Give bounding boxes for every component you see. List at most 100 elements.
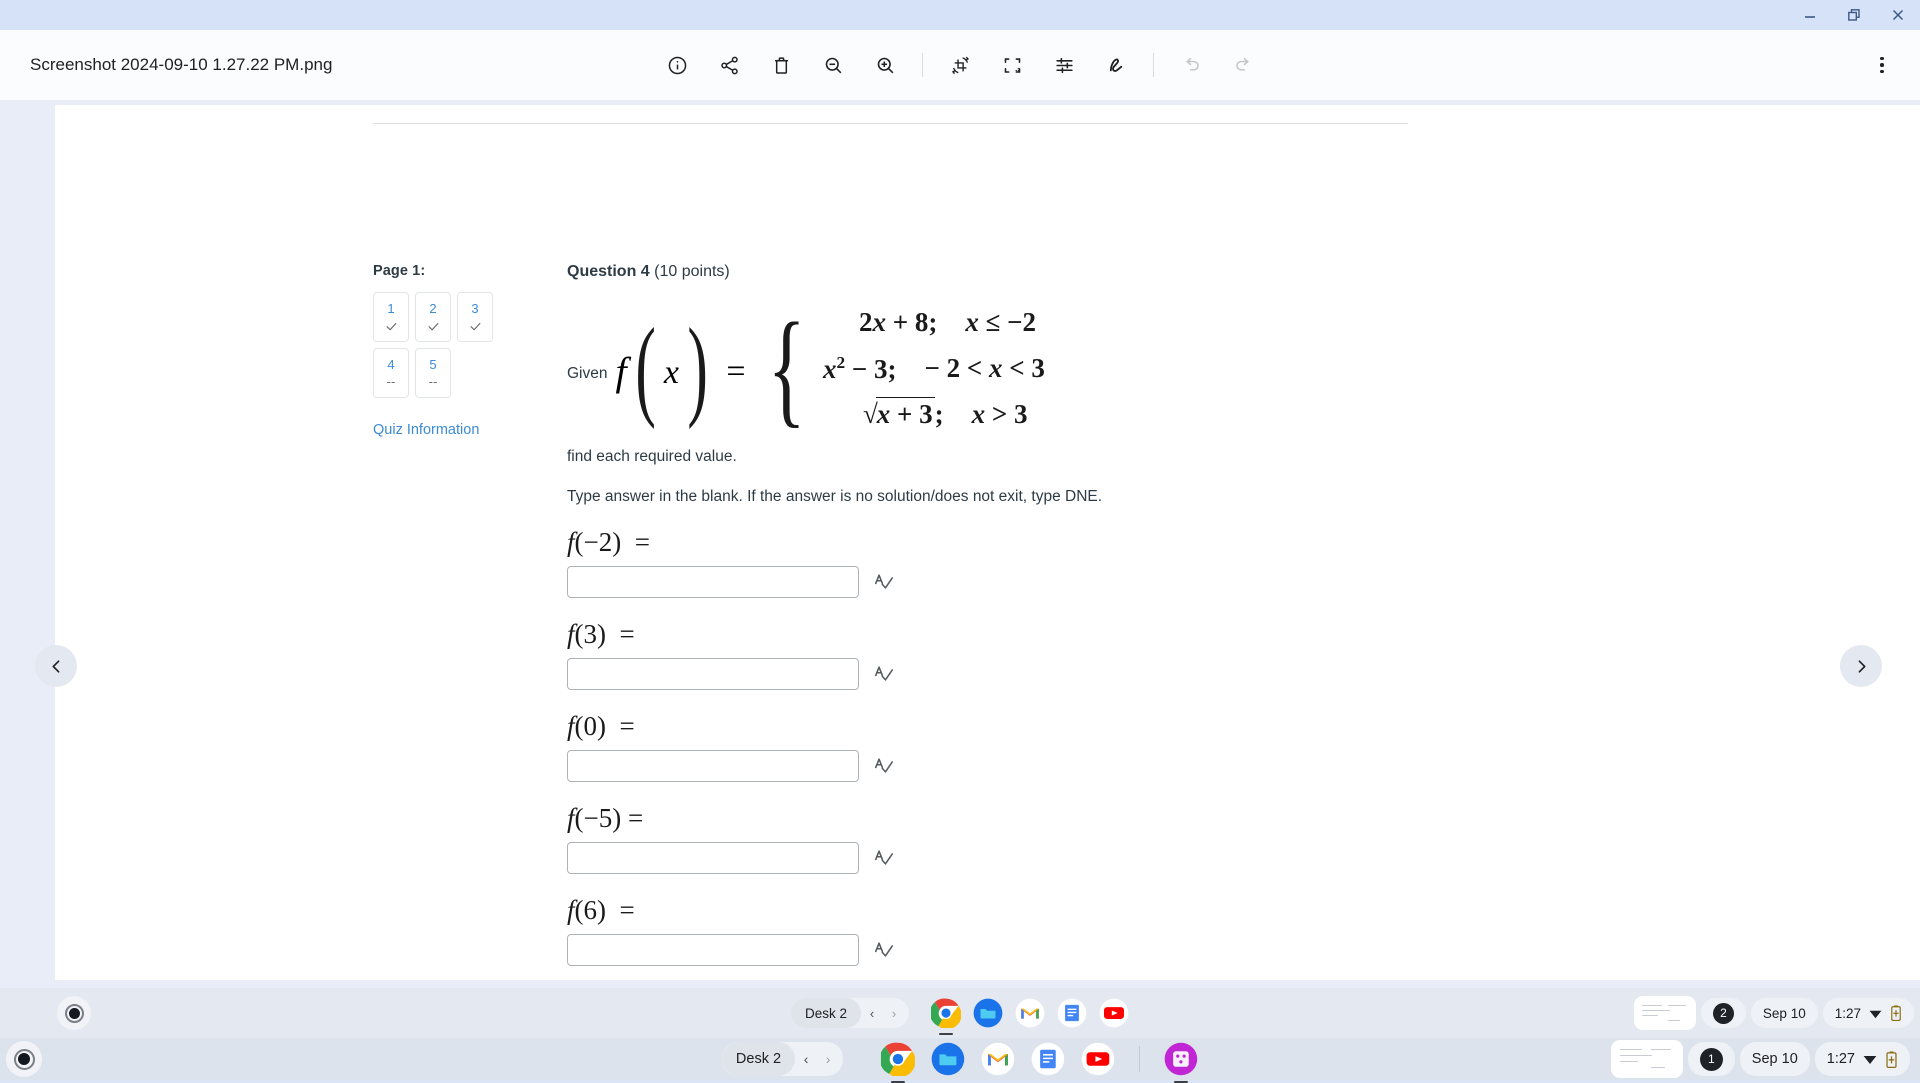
case-2-expression: x2 − 3; [823, 353, 897, 385]
youtube-icon[interactable] [1081, 1042, 1115, 1076]
shelf-center-lower: Desk 2 ‹ › [722, 1042, 1198, 1076]
docs-icon[interactable] [1057, 998, 1087, 1028]
desk-switcher-upper[interactable]: Desk 2 ‹ › [791, 998, 909, 1028]
date-pill-lower[interactable]: Sep 10 [1740, 1042, 1810, 1076]
answered-check-icon [469, 318, 482, 334]
launcher-button-lower[interactable] [6, 1041, 42, 1077]
annotate-icon[interactable] [1095, 44, 1137, 86]
system-tray-upper[interactable]: 1:27 [1823, 998, 1914, 1028]
answer-label-2: f(3) = [567, 614, 1667, 654]
desk-name-upper[interactable]: Desk 2 [791, 998, 861, 1028]
desk-switcher-lower[interactable]: Desk 2 ‹ › [722, 1042, 843, 1076]
chrome-icon[interactable] [881, 1042, 915, 1076]
docs-icon[interactable] [1031, 1042, 1065, 1076]
page-label: Page 1: [373, 263, 523, 279]
desk-name-lower[interactable]: Desk 2 [722, 1042, 795, 1076]
answer-input-1[interactable] [567, 566, 859, 598]
answer-input-5[interactable] [567, 934, 859, 966]
next-image-button[interactable] [1840, 645, 1882, 687]
answer-row-3 [567, 750, 1667, 782]
rotate-crop-icon[interactable] [939, 44, 981, 86]
screen-capture-thumbnail-lower[interactable] [1611, 1040, 1683, 1078]
spellcheck-icon[interactable] [873, 847, 895, 869]
app-shortcuts-upper [931, 998, 1129, 1028]
files-icon[interactable] [973, 998, 1003, 1028]
piecewise-cases: 2x + 8; x ≤ −2 x2 − 3; − 2 < x < 3 √x + … [823, 300, 1045, 438]
screenshot-image: Page 1: 1 2 3 [55, 105, 1920, 980]
adjust-icon[interactable] [1043, 44, 1085, 86]
gmail-icon[interactable] [1015, 998, 1045, 1028]
info-icon[interactable] [656, 44, 698, 86]
spellcheck-icon[interactable] [873, 939, 895, 961]
notification-pill-lower[interactable]: 1 [1688, 1042, 1735, 1076]
window-titlebar [0, 0, 1920, 30]
question-box-number: 5 [429, 356, 436, 374]
quiz-information-link[interactable]: Quiz Information [373, 422, 523, 438]
time-label-upper: 1:27 [1835, 1006, 1861, 1021]
system-tray-lower[interactable]: 1:27 [1815, 1042, 1910, 1076]
gmail-icon[interactable] [981, 1042, 1015, 1076]
question-box-5[interactable]: 5 -- [415, 348, 451, 398]
question-box-number: 4 [387, 356, 394, 374]
question-box-3[interactable]: 3 [457, 292, 493, 342]
files-icon[interactable] [931, 1042, 965, 1076]
next-desk-button-upper[interactable]: › [883, 998, 905, 1028]
zoom-out-icon[interactable] [812, 44, 854, 86]
gallery-app-header: Screenshot 2024-09-10 1.27.22 PM.png [0, 30, 1920, 100]
unanswered-dash-marker: -- [387, 374, 396, 390]
launcher-dot [18, 1053, 30, 1065]
next-desk-button-lower[interactable]: › [817, 1042, 839, 1076]
case-3-condition: x > 3 [972, 399, 1028, 430]
toolbar-divider-1 [922, 53, 923, 77]
date-label-lower: Sep 10 [1752, 1051, 1798, 1067]
question-box-4[interactable]: 4 -- [373, 348, 409, 398]
spellcheck-icon[interactable] [873, 755, 895, 777]
answer-input-2[interactable] [567, 658, 859, 690]
youtube-icon[interactable] [1099, 998, 1129, 1028]
question-box-number: 3 [471, 300, 478, 318]
function-argument: x [664, 346, 679, 392]
chrome-icon[interactable] [931, 998, 961, 1028]
notification-count-upper: 2 [1713, 1003, 1734, 1024]
restore-button[interactable] [1832, 0, 1876, 30]
answer-label-4: f(−5) = [567, 798, 1667, 838]
answer-input-4[interactable] [567, 842, 859, 874]
question-box-1[interactable]: 1 [373, 292, 409, 342]
battery-icon [1885, 1051, 1898, 1068]
answer-label-5: f(6) = [567, 890, 1667, 930]
image-toolbar [656, 44, 1264, 86]
undo-icon[interactable] [1170, 44, 1212, 86]
screen-capture-thumbnail-upper[interactable] [1634, 996, 1696, 1030]
previous-image-button[interactable] [35, 645, 77, 687]
answer-row-5 [567, 934, 1667, 966]
answer-block-1: f(−2) = [567, 522, 1667, 598]
launcher-button-upper[interactable] [57, 996, 91, 1030]
share-icon[interactable] [708, 44, 750, 86]
previous-desk-button-lower[interactable]: ‹ [795, 1042, 817, 1076]
question-box-number: 1 [387, 300, 394, 318]
previous-desk-button-upper[interactable]: ‹ [861, 998, 883, 1028]
date-pill-upper[interactable]: Sep 10 [1751, 998, 1818, 1028]
close-button[interactable] [1876, 0, 1920, 30]
gallery-icon[interactable] [1164, 1042, 1198, 1076]
equals-sign: = [726, 347, 745, 391]
shelf-divider [1139, 1046, 1140, 1072]
question-content: Question 4 (10 points) Given f ( x ) = {… [567, 263, 1667, 980]
spellcheck-icon[interactable] [873, 663, 895, 685]
spellcheck-icon[interactable] [873, 571, 895, 593]
delete-icon[interactable] [760, 44, 802, 86]
launcher-dot [69, 1008, 80, 1019]
given-label: Given [567, 355, 608, 383]
crop-icon[interactable] [991, 44, 1033, 86]
redo-icon[interactable] [1222, 44, 1264, 86]
date-label-upper: Sep 10 [1763, 1006, 1806, 1021]
toolbar-divider-2 [1153, 53, 1154, 77]
function-name: f [616, 342, 627, 395]
minimize-button[interactable] [1788, 0, 1832, 30]
zoom-in-icon[interactable] [864, 44, 906, 86]
question-4-heading: Question 4 (10 points) [567, 263, 1667, 281]
answer-input-3[interactable] [567, 750, 859, 782]
question-box-2[interactable]: 2 [415, 292, 451, 342]
notification-pill-upper[interactable]: 2 [1701, 998, 1746, 1028]
more-options-button[interactable] [1862, 45, 1902, 85]
